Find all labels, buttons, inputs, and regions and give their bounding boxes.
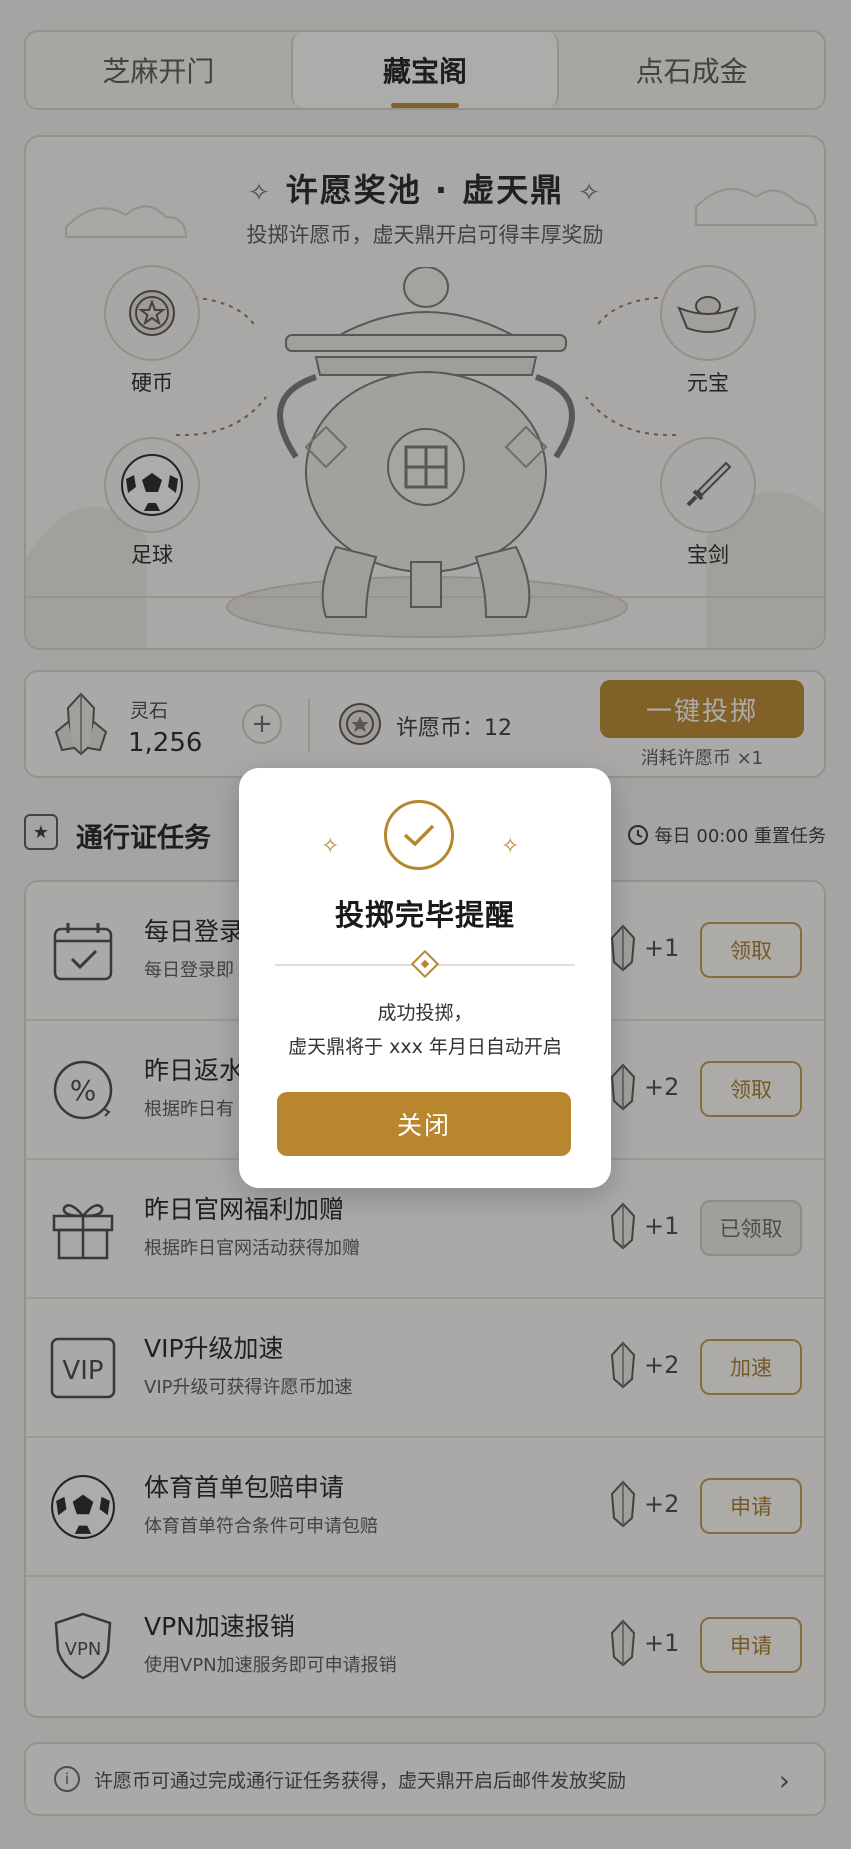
dialog-message-line2: 虚天鼎将于 xxx 年月日自动开启	[288, 1036, 562, 1058]
page-root: 芝麻开门 藏宝阁 点石成金 ✧ 许愿奖池 · 虚天鼎 ✧ 投掷许愿币，虚天鼎开启可得…	[0, 0, 851, 1849]
check-circle-icon	[384, 800, 454, 870]
dialog-title: 投掷完毕提醒	[334, 898, 515, 932]
throw-complete-dialog: ✧ ✧ 投掷完毕提醒 成功投掷， 虚天鼎将于 xxx 年月日自动开启 关闭	[239, 768, 611, 1188]
sparkle-icon: ✧	[501, 834, 520, 859]
close-button[interactable]: 关闭	[277, 1092, 571, 1156]
sparkle-icon: ✧	[321, 834, 340, 859]
diamond-ornament-icon	[410, 949, 440, 979]
dialog-message-line1: 成功投掷，	[377, 1002, 473, 1024]
